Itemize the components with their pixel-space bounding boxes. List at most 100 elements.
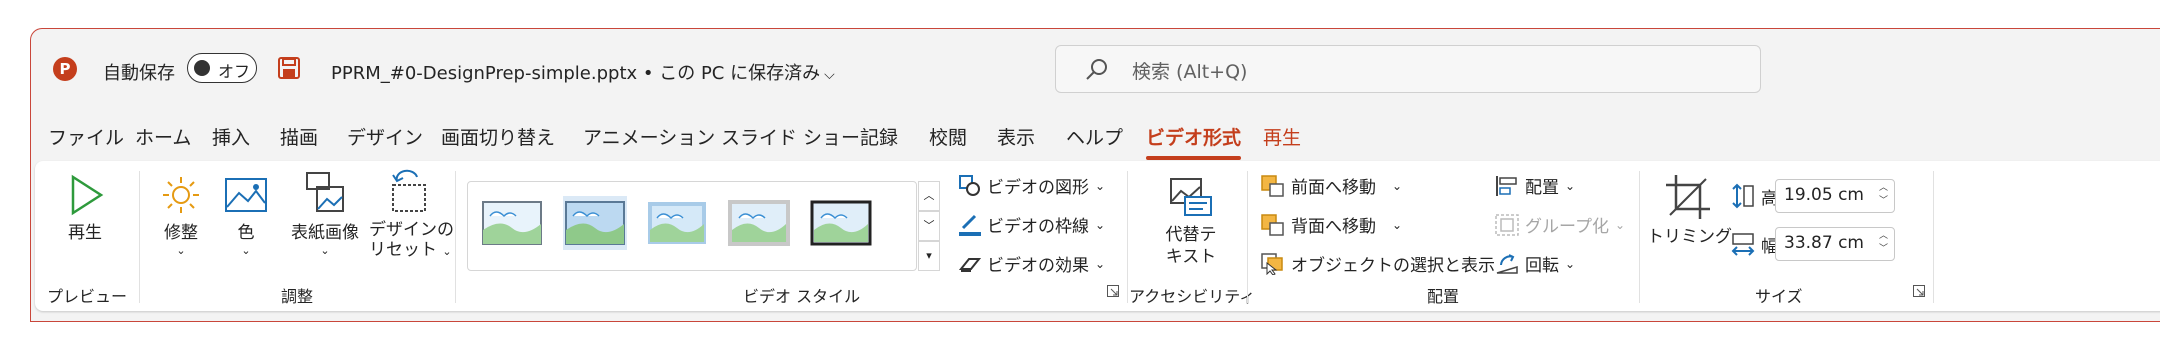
video-effects-button[interactable]: ビデオの効果 ⌄ — [959, 251, 1105, 276]
poster-frame-icon — [306, 172, 344, 212]
group-label-preview: プレビュー — [47, 287, 128, 306]
alt-text-label-1: 代替テ — [1165, 225, 1217, 245]
align-icon — [1496, 175, 1517, 196]
pen-icon — [959, 214, 981, 236]
send-backward-button[interactable]: 背面へ移動 ⌄ — [1261, 212, 1402, 237]
chevron-down-icon: ⌄ — [1392, 178, 1403, 193]
chevron-down-icon: ⌄ — [320, 244, 330, 257]
tab-record[interactable]: 記録 — [860, 123, 898, 150]
width-spinner[interactable]: 33.87 cm ︿ ﹀ — [1775, 227, 1895, 261]
align-label: 配置 — [1525, 178, 1559, 198]
play-label: 再生 — [68, 223, 102, 243]
rotate-button[interactable]: 回転 ⌄ — [1495, 251, 1575, 276]
group-label-adjust: 調整 — [281, 287, 314, 306]
file-title: PPRM_#0-DesignPrep-simple.pptx • この PC に… — [331, 63, 821, 84]
corrections-button[interactable]: 修整 ⌄ — [153, 173, 209, 258]
crop-label: トリミング — [1647, 227, 1732, 247]
reset-design-label-1: デザインの — [369, 220, 454, 240]
group-separator — [455, 171, 456, 303]
search-box[interactable]: 検索 (Alt+Q) — [1055, 45, 1761, 93]
reset-design-icon — [392, 169, 426, 212]
dialog-launcher-icon[interactable] — [1913, 285, 1925, 297]
group-separator — [1639, 171, 1640, 303]
crop-button[interactable]: トリミング — [1647, 173, 1732, 248]
chevron-down-icon: ⌄ — [1095, 178, 1106, 193]
autosave-label: 自動保存 — [103, 63, 175, 84]
chevron-down-icon: ⌄ — [1095, 256, 1106, 271]
tab-home[interactable]: ホーム — [135, 123, 191, 150]
alt-text-icon — [1170, 178, 1212, 216]
tab-help[interactable]: ヘルプ — [1066, 123, 1123, 150]
play-icon — [71, 174, 104, 216]
bring-forward-label: 前面へ移動 — [1291, 178, 1376, 198]
tab-transitions[interactable]: 画面切り替え — [441, 123, 555, 150]
tab-draw[interactable]: 描画 — [280, 123, 318, 150]
alt-text-button[interactable]: 代替テ キスト — [1145, 175, 1237, 268]
video-shape-button[interactable]: ビデオの図形 ⌄ — [959, 173, 1105, 198]
send-backward-label: 背面へ移動 — [1291, 217, 1376, 237]
color-button[interactable]: 色 ⌄ — [219, 173, 273, 258]
bring-forward-icon — [1261, 174, 1284, 197]
tab-review[interactable]: 校閲 — [929, 123, 967, 150]
powerpoint-app-icon[interactable]: P — [53, 57, 81, 81]
rotate-label: 回転 — [1525, 256, 1559, 276]
chevron-down-icon: ⌵ — [824, 67, 835, 83]
height-icon — [1732, 183, 1754, 209]
group-label-accessibility: アクセシビリティ — [1129, 287, 1256, 306]
spinner-arrows-icon[interactable]: ︿ ﹀ — [1879, 182, 1888, 208]
align-button[interactable]: 配置 ⌄ — [1495, 173, 1575, 198]
chevron-down-icon: ⌄ — [241, 244, 251, 257]
bring-forward-button[interactable]: 前面へ移動 ⌄ — [1261, 173, 1402, 198]
width-value: 33.87 cm — [1784, 233, 1864, 253]
group-separator — [1933, 171, 1934, 303]
color-label: 色 — [237, 223, 255, 243]
tab-insert[interactable]: 挿入 — [212, 123, 250, 150]
gallery-scroll-up[interactable]: ︿ — [918, 181, 940, 211]
gallery-scroll-down[interactable]: ﹀ — [918, 211, 940, 241]
selection-pane-icon — [1261, 252, 1283, 275]
chevron-down-icon: ⌄ — [176, 244, 186, 257]
video-style-thumb-4[interactable] — [727, 196, 791, 250]
video-style-thumb-1[interactable] — [480, 196, 544, 250]
image-icon — [225, 178, 267, 212]
play-button[interactable]: 再生 — [55, 173, 115, 244]
group-separator — [1247, 171, 1248, 303]
chevron-down-icon: ⌄ — [1565, 178, 1576, 193]
video-style-thumb-2[interactable] — [563, 196, 627, 250]
group-objects-button[interactable]: グループ化 ⌄ — [1495, 212, 1625, 237]
height-spinner[interactable]: 19.05 cm ︿ ﹀ — [1775, 179, 1895, 213]
gallery-more-button[interactable]: ▾ — [918, 241, 940, 271]
video-border-button[interactable]: ビデオの枠線 ⌄ — [959, 212, 1105, 237]
poster-frame-label: 表紙画像 — [291, 223, 359, 243]
video-shape-label: ビデオの図形 — [987, 178, 1089, 198]
chevron-down-icon: ⌄ — [1392, 217, 1403, 232]
title-bar: P 自動保存 オフ PPRM_#0-DesignPrep-simple.pptx… — [31, 29, 2160, 109]
video-style-thumb-5[interactable] — [809, 196, 873, 250]
selection-pane-button[interactable]: オブジェクトの選択と表示 — [1261, 251, 1495, 276]
save-icon[interactable] — [277, 56, 301, 84]
search-placeholder: 検索 (Alt+Q) — [1132, 61, 1248, 83]
tab-slideshow[interactable]: スライド ショー — [721, 123, 860, 150]
group-icon — [1495, 213, 1519, 236]
video-style-gallery — [467, 181, 917, 271]
video-style-thumb-3[interactable] — [645, 196, 709, 250]
reset-design-button[interactable]: デザインの リセット ⌄ — [369, 169, 454, 262]
reset-label-text: リセット — [369, 240, 437, 260]
effects-icon — [959, 257, 981, 272]
tab-animations[interactable]: アニメーション — [583, 123, 715, 150]
tab-file[interactable]: ファイル — [48, 123, 124, 150]
group-separator — [1127, 171, 1128, 303]
corrections-label: 修整 — [164, 223, 198, 243]
video-border-label: ビデオの枠線 — [987, 217, 1089, 237]
group-label-size: サイズ — [1755, 287, 1803, 306]
autosave-toggle[interactable]: オフ — [187, 53, 257, 83]
tab-view[interactable]: 表示 — [997, 123, 1035, 150]
tab-video-format[interactable]: ビデオ形式 — [1146, 123, 1242, 160]
poster-frame-button[interactable]: 表紙画像 ⌄ — [285, 169, 365, 258]
tab-design[interactable]: デザイン — [347, 123, 423, 150]
spinner-arrows-icon[interactable]: ︿ ﹀ — [1879, 230, 1888, 256]
file-title-dropdown[interactable]: PPRM_#0-DesignPrep-simple.pptx • この PC に… — [331, 59, 835, 85]
dialog-launcher-icon[interactable] — [1107, 285, 1119, 297]
search-icon — [1084, 56, 1110, 86]
tab-playback[interactable]: 再生 — [1263, 123, 1301, 150]
